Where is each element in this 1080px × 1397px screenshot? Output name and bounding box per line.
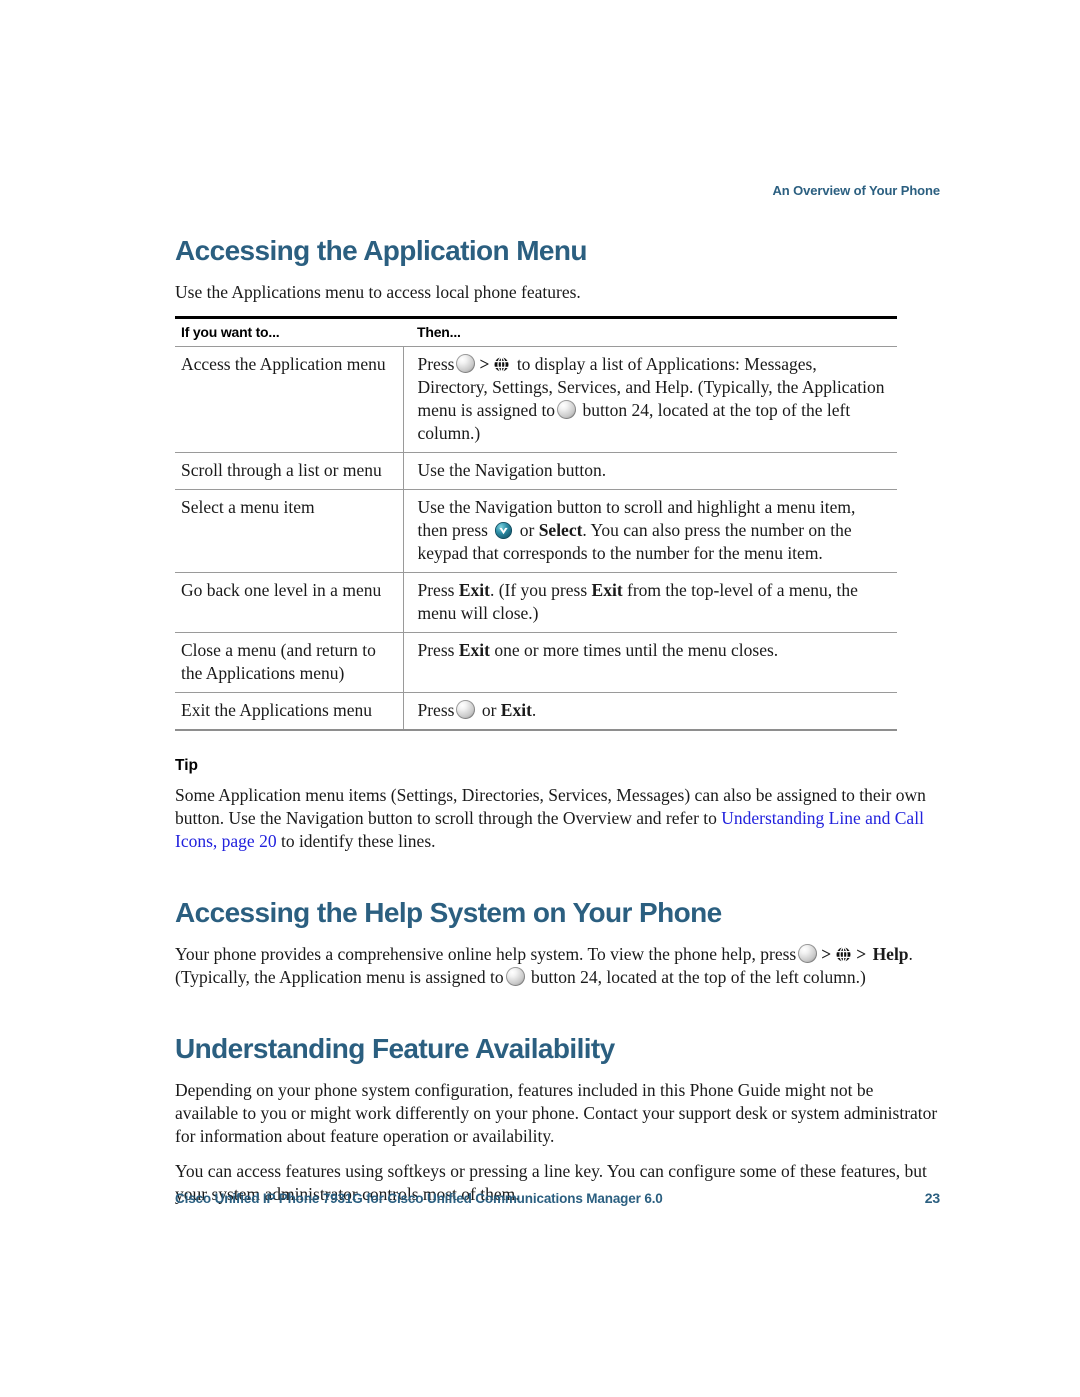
chevron-separator: > [856, 944, 867, 964]
table-row: Access the Application menu Press > to di… [175, 346, 897, 453]
tip-text: Some Application menu items (Settings, D… [175, 784, 940, 853]
press-label: Press [417, 700, 455, 720]
row-then-text: or [481, 700, 497, 720]
app-menu-intro: Use the Applications menu to access loca… [175, 282, 581, 302]
table-row: Select a menu item Use the Navigation bu… [175, 489, 897, 573]
press-label: Press [417, 580, 455, 600]
tip-text-after-link: to identify these lines. [276, 831, 436, 851]
footer-page-number: 23 [924, 1190, 940, 1206]
softkey-label-exit: Exit [458, 580, 490, 600]
globe-icon [835, 946, 852, 963]
tip-label: Tip [175, 757, 198, 774]
row-then-cell: Press Exit. (If you press Exit from the … [402, 572, 897, 633]
section-title-help-system: Accessing the Help System on Your Phone [175, 897, 722, 928]
round-button-icon [505, 967, 525, 986]
table-row: Exit the Applications menu Press or Exit… [175, 692, 897, 731]
running-header: An Overview of Your Phone [772, 183, 941, 198]
press-label: Press [417, 640, 455, 660]
chevron-separator: > [479, 354, 490, 374]
round-button-icon [456, 700, 476, 719]
column-header-then: Then... [403, 316, 897, 347]
help-text-3: button 24, located at the top of the lef… [531, 967, 866, 987]
table-header-row: If you want to... Then... [175, 316, 897, 347]
row-want-cell: Exit the Applications menu [175, 692, 403, 731]
softkey-label-exit: Exit [591, 580, 623, 600]
row-then-cell: Use the Navigation button to scroll and … [402, 489, 897, 573]
row-want-cell: Scroll through a list or menu [175, 452, 403, 490]
table-row: Close a menu (and return to the Applicat… [175, 632, 897, 693]
footer-document-title: Cisco Unified IP Phone 7931G for Cisco U… [175, 1191, 663, 1206]
select-check-icon [494, 521, 513, 540]
row-then-cell: Press or Exit. [402, 692, 897, 731]
softkey-label-select: Select [538, 520, 583, 540]
round-button-icon [798, 944, 818, 963]
row-then-text-1: . (If you press [489, 580, 588, 600]
softkey-label-exit: Exit [458, 640, 490, 660]
globe-icon [493, 356, 510, 373]
page-title: Accessing the Application Menu [175, 235, 588, 266]
row-want-cell: Close a menu (and return to the Applicat… [175, 632, 403, 693]
document-page: An Overview of Your Phone Accessing the … [0, 0, 1080, 1397]
press-label: Press [417, 354, 455, 374]
help-text-1: Your phone provides a comprehensive onli… [175, 944, 797, 964]
column-header-if-you-want-to: If you want to... [175, 316, 403, 347]
page-content: Accessing the Application Menu Use the A… [175, 235, 940, 1218]
row-then-text: Use the Navigation button. [417, 460, 607, 480]
section-title-feature-availability: Understanding Feature Availability [175, 1033, 615, 1064]
round-button-icon [557, 400, 577, 419]
row-then-cell: Use the Navigation button. [402, 452, 897, 490]
page-footer: Cisco Unified IP Phone 7931G for Cisco U… [175, 1190, 940, 1206]
row-want-cell: Go back one level in a menu [175, 572, 403, 633]
round-button-icon [456, 354, 476, 373]
menu-item-help: Help [872, 944, 909, 964]
row-then-text: one or more times until the menu closes. [494, 640, 779, 660]
row-then-text-2: or [519, 520, 535, 540]
feature-availability-paragraph-1: Depending on your phone system configura… [175, 1080, 938, 1146]
softkey-label-exit: Exit [500, 700, 532, 720]
row-then-cell: Press Exit one or more times until the m… [402, 632, 897, 693]
chevron-separator: > [821, 944, 832, 964]
row-then-period: . [531, 700, 537, 720]
application-menu-table: If you want to... Then... Access the App… [175, 316, 897, 731]
row-want-cell: Access the Application menu [175, 346, 403, 453]
row-want-cell: Select a menu item [175, 489, 403, 573]
table-row: Scroll through a list or menu Use the Na… [175, 452, 897, 490]
help-system-paragraph: Your phone provides a comprehensive onli… [175, 943, 940, 989]
table-row: Go back one level in a menu Press Exit. … [175, 572, 897, 633]
row-then-cell: Press > to display a list of Applications… [402, 346, 897, 453]
